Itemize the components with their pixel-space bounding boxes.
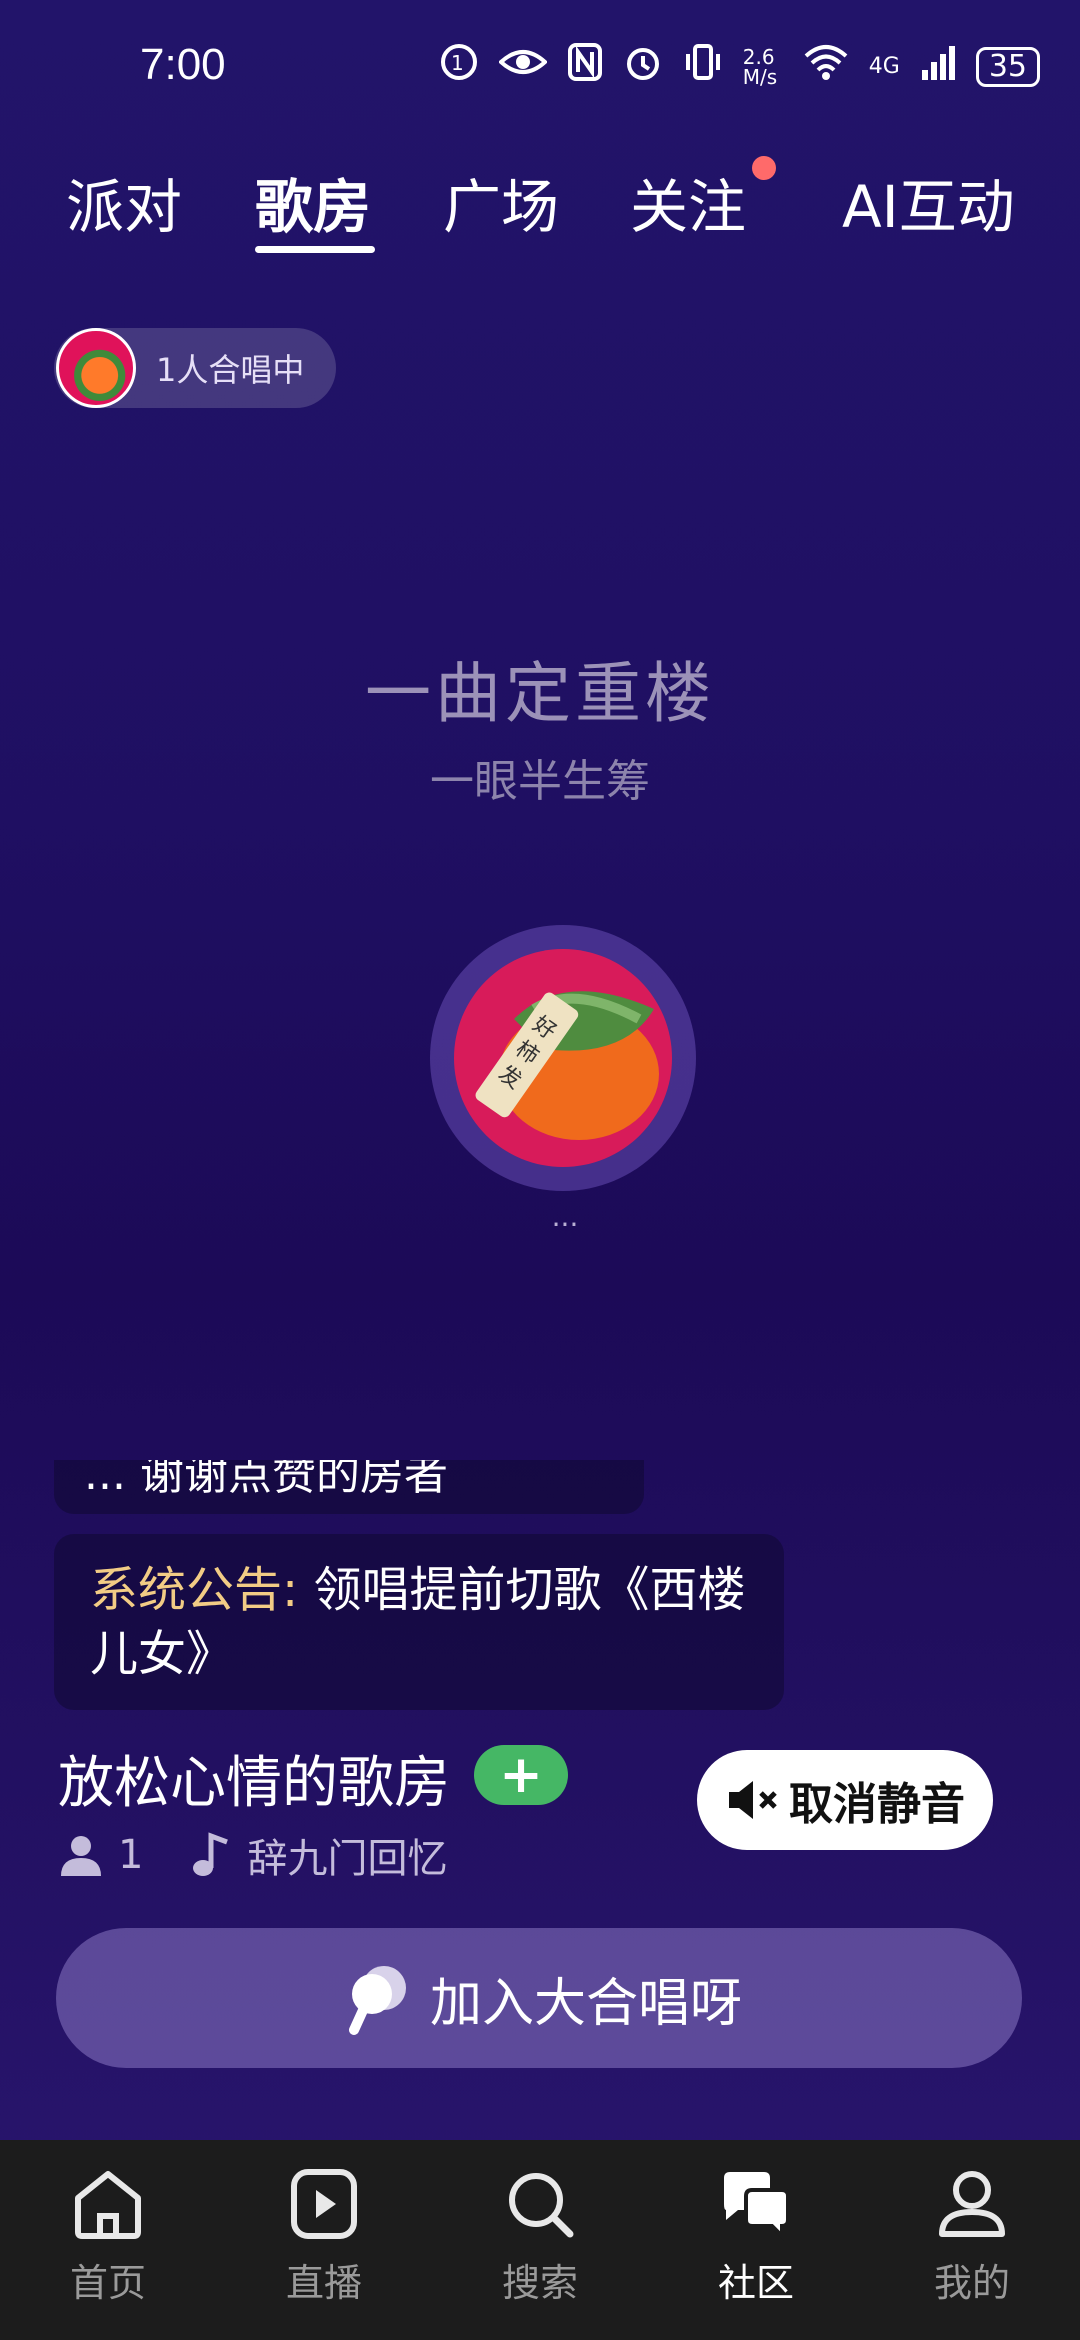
network-type: 4G — [868, 54, 900, 79]
nav-community-label: 社区 — [717, 2261, 794, 2305]
join-chorus-button[interactable]: 加入大合唱呀 — [56, 1928, 1022, 2068]
svg-text:1: 1 — [451, 51, 464, 75]
song-lyric-subtitle: 一眼半生筹 — [430, 756, 650, 807]
singer-name-placeholder: ... — [551, 1200, 579, 1233]
chat-icon — [724, 2172, 790, 2241]
follow-room-button[interactable]: + — [474, 1745, 568, 1805]
active-tab-indicator — [255, 246, 375, 253]
nav-community[interactable]: 社区 — [648, 2140, 864, 2340]
notification-icon: 1 — [439, 42, 479, 91]
song-lyric-title: 一曲定重楼 — [365, 655, 715, 732]
top-tabs: 派对 歌房 广场 关注 AI互动 — [0, 150, 1080, 260]
singer-avatar: 好 柿 发 — [454, 949, 672, 1167]
tab-party[interactable]: 派对 — [66, 160, 182, 244]
tab-ai-interaction[interactable]: AI互动 — [842, 160, 1015, 244]
status-time: 7:00 — [140, 40, 226, 89]
battery-icon: 35 — [975, 46, 1040, 87]
net-speed: 2.6 M/s — [742, 44, 778, 89]
tab-ktv-room[interactable]: 歌房 — [255, 160, 371, 244]
following-badge-dot — [752, 156, 776, 180]
music-note-icon — [193, 1832, 229, 1876]
chat-message-text: ... 谢谢点赞的房者 — [84, 1460, 448, 1500]
join-chorus-label: 加入大合唱呀 — [429, 1973, 742, 2034]
nav-live[interactable]: 直播 — [216, 2140, 432, 2340]
song-owner: 辞九门回忆 — [247, 1836, 448, 1882]
status-bar: 7:00 1 2.6 M/s 4G 35 — [0, 0, 1080, 130]
unmute-button[interactable]: 取消静音 — [697, 1750, 993, 1850]
nfc-icon — [567, 42, 603, 91]
search-icon — [509, 2173, 574, 2238]
home-icon — [75, 2171, 141, 2239]
microphone-icon — [348, 1966, 406, 2035]
tab-square[interactable]: 广场 — [443, 160, 559, 244]
tab-following[interactable]: 关注 — [630, 160, 746, 244]
signal-icon — [920, 42, 956, 91]
chat-message-partial: ... 谢谢点赞的房者 — [54, 1460, 644, 1514]
play-icon — [291, 2169, 357, 2239]
nav-mine-label: 我的 — [933, 2261, 1010, 2305]
person-icon — [61, 1836, 101, 1876]
avatar — [56, 328, 136, 408]
vibrate-icon — [683, 42, 723, 91]
room-name[interactable]: 放松心情的歌房 — [58, 1738, 450, 1819]
chat-message-system: 系统公告: 领唱提前切歌《西楼儿女》 — [54, 1534, 784, 1710]
nav-search-label: 搜索 — [501, 2261, 578, 2305]
chorus-status-text: 1人合唱中 — [156, 351, 305, 389]
nav-home-label: 首页 — [69, 2261, 146, 2305]
system-announcement-label: 系统公告: — [90, 1562, 299, 1618]
nav-search[interactable]: 搜索 — [432, 2140, 648, 2340]
room-meta: 1 辞九门回忆 — [58, 1826, 447, 1884]
eye-icon — [497, 42, 548, 91]
singer-avatar-disc[interactable]: 好 柿 发 — [430, 925, 696, 1191]
nav-mine[interactable]: 我的 — [864, 2140, 1080, 2340]
profile-icon — [939, 2171, 1005, 2237]
speaker-muted-icon — [729, 1781, 777, 1819]
status-icons: 1 2.6 M/s 4G 35 — [439, 42, 1040, 91]
unmute-label: 取消静音 — [789, 1779, 965, 1830]
wifi-icon — [803, 42, 849, 91]
system-announcement: 系统公告: 领唱提前切歌《西楼儿女》 — [90, 1558, 750, 1686]
chorus-status-pill[interactable]: 1人合唱中 — [54, 328, 336, 408]
member-count: 1 — [118, 1832, 144, 1878]
nav-live-label: 直播 — [285, 2261, 362, 2305]
alarm-icon — [623, 42, 663, 91]
nav-home[interactable]: 首页 — [0, 2140, 216, 2340]
bottom-nav: 首页 直播 搜索 社区 我的 — [0, 2140, 1080, 2340]
